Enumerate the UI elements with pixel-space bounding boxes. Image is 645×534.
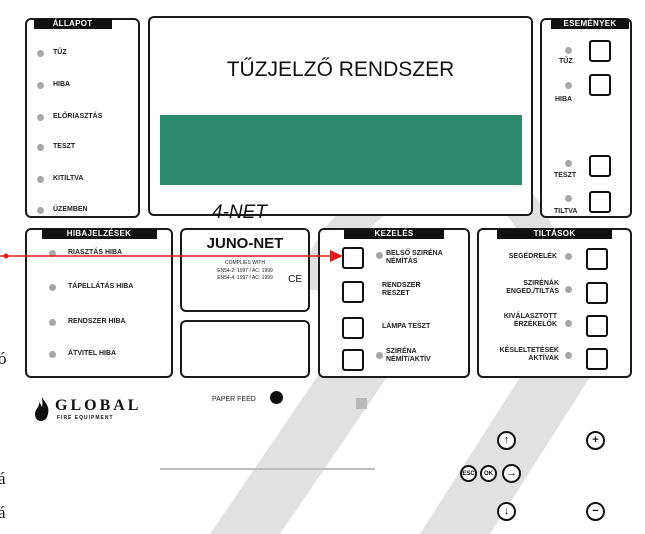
siren-silence-led xyxy=(376,352,383,359)
led-fire xyxy=(37,50,44,57)
down-arrow-button[interactable]: ↓ xyxy=(497,502,516,521)
plus-icon: + xyxy=(592,434,599,446)
system-reset-label: RENDSZER RESZET xyxy=(382,282,421,297)
lamp-test-label: LÁMPA TESZT xyxy=(382,323,431,330)
led-fault xyxy=(37,82,44,89)
led-prealarm xyxy=(37,114,44,121)
ok-label: OK xyxy=(484,470,493,477)
side-char-2: á xyxy=(0,469,6,488)
event-button-fault[interactable] xyxy=(589,74,611,96)
fault-label-power: TÁPELLÁTÁS HIBA xyxy=(68,283,134,290)
internal-siren-label: BELSŐ SZIRÉNA NÉMÍTÁS xyxy=(386,250,443,265)
logo-subtitle: FIRE EQUIPMENT xyxy=(57,415,114,421)
paper-feed-label: PAPER FEED xyxy=(212,396,256,403)
event-button-test[interactable] xyxy=(589,155,611,177)
led-power-fault xyxy=(49,284,56,291)
events-panel-title: ESEMÉNYEK xyxy=(551,19,629,29)
event-label-fault: HIBA xyxy=(555,96,573,103)
internal-siren-silence-button[interactable] xyxy=(342,247,364,269)
ok-button[interactable]: OK xyxy=(480,465,497,482)
esc-label: ESC xyxy=(462,470,475,477)
led-disabled xyxy=(37,176,44,183)
esc-button[interactable]: ESC xyxy=(460,465,477,482)
status-label-fault: HIBA xyxy=(53,81,71,88)
event-led-test xyxy=(565,160,572,167)
event-led-disabled xyxy=(565,195,572,202)
plus-button[interactable]: + xyxy=(586,431,605,450)
detectors-button[interactable] xyxy=(586,315,608,337)
status-label-disabled: KITILTVA xyxy=(53,175,84,182)
led-test xyxy=(37,144,44,151)
control-panel-title: KEZELÉS xyxy=(344,229,444,239)
status-panel: ÁLLAPOT TŰZ HIBA ELŐRIASZTÁS TESZT KITIL… xyxy=(25,18,140,218)
up-arrow-button[interactable]: ↑ xyxy=(497,431,516,450)
event-led-fire xyxy=(565,47,572,54)
delays-label: KÉSLELTETÉSEK AKTÍVAK xyxy=(499,347,559,362)
events-panel: ESEMÉNYEK TŰZ HIBA TESZT TILTVA xyxy=(540,18,632,218)
lcd-screen xyxy=(160,115,522,185)
flame-icon xyxy=(35,397,49,421)
sirens-button[interactable] xyxy=(586,282,608,304)
faults-panel-title: HIBAJELZÉSEK xyxy=(41,229,157,239)
display-title: TŰZJELZŐ RENDSZER xyxy=(226,58,455,81)
detectors-label: KIVÁLASZTOTT ÉRZÉKELŐK xyxy=(503,313,557,328)
status-label-fire: TŰZ xyxy=(53,49,67,56)
siren-silence-label: SZIRÉNA NÉMÍT/AKTÍV xyxy=(386,348,431,363)
led-transmission-fault xyxy=(49,351,56,358)
disable-panel-title: TILTÁSOK xyxy=(497,229,612,239)
disable-panel: TILTÁSOK SEGÉDRELÉK SZIRÉNÁK ENGED./TILT… xyxy=(477,228,632,378)
detectors-led xyxy=(565,320,572,327)
status-square xyxy=(356,398,367,409)
brand-text: 4-NET xyxy=(212,202,267,223)
global-logo: GLOBAL FIRE EQUIPMENT xyxy=(33,396,173,426)
paper-slot xyxy=(160,468,375,470)
blank-label xyxy=(180,320,310,378)
paper-feed-button[interactable] xyxy=(270,391,283,404)
led-system-fault xyxy=(49,319,56,326)
siren-silence-active-button[interactable] xyxy=(342,349,364,371)
right-arrow-icon: → xyxy=(506,467,517,479)
sirens-label: SZIRÉNÁK ENGED./TILTÁS xyxy=(506,280,559,295)
sirens-led xyxy=(565,286,572,293)
status-label-test: TESZT xyxy=(53,143,76,150)
aux-relays-label: SEGÉDRELÉK xyxy=(508,253,557,260)
side-char-1: ó xyxy=(0,349,7,368)
event-label-fire: TŰZ xyxy=(559,58,573,65)
led-operating xyxy=(37,207,44,214)
lamp-test-button[interactable] xyxy=(342,317,364,339)
delays-button[interactable] xyxy=(586,348,608,370)
event-label-test: TESZT xyxy=(554,172,577,179)
fault-label-system: RENDSZER HIBA xyxy=(68,318,126,325)
event-button-disabled[interactable] xyxy=(589,191,611,213)
minus-button[interactable]: − xyxy=(586,502,605,521)
status-panel-title: ÁLLAPOT xyxy=(33,19,112,29)
main-display: TŰZJELZŐ RENDSZER 4-NET xyxy=(148,16,533,223)
down-arrow-icon: ↓ xyxy=(503,505,510,517)
aux-relays-led xyxy=(565,253,572,260)
minus-icon: − xyxy=(592,505,599,517)
system-reset-button[interactable] xyxy=(342,281,364,303)
right-arrow-button[interactable]: → xyxy=(502,464,521,483)
red-arrow xyxy=(0,250,343,262)
delays-led xyxy=(565,352,572,359)
fault-label-transmission: ÁTVITEL HIBA xyxy=(68,350,117,357)
event-led-fault xyxy=(565,82,572,89)
status-label-operating: ÜZEMBEN xyxy=(53,206,88,213)
aux-relays-button[interactable] xyxy=(586,248,608,270)
side-char-3: á xyxy=(0,503,6,522)
juno-label: JUNO-NET COMPLIES WITH EN54-2: 1997 / AC… xyxy=(180,228,310,312)
event-button-fire[interactable] xyxy=(589,40,611,62)
internal-siren-led xyxy=(376,252,383,259)
up-arrow-icon: ↑ xyxy=(503,434,510,446)
event-label-disabled: TILTVA xyxy=(554,208,578,215)
status-label-prealarm: ELŐRIASZTÁS xyxy=(53,113,103,120)
ce-mark: CE xyxy=(288,274,302,285)
logo-name: GLOBAL xyxy=(55,397,142,414)
